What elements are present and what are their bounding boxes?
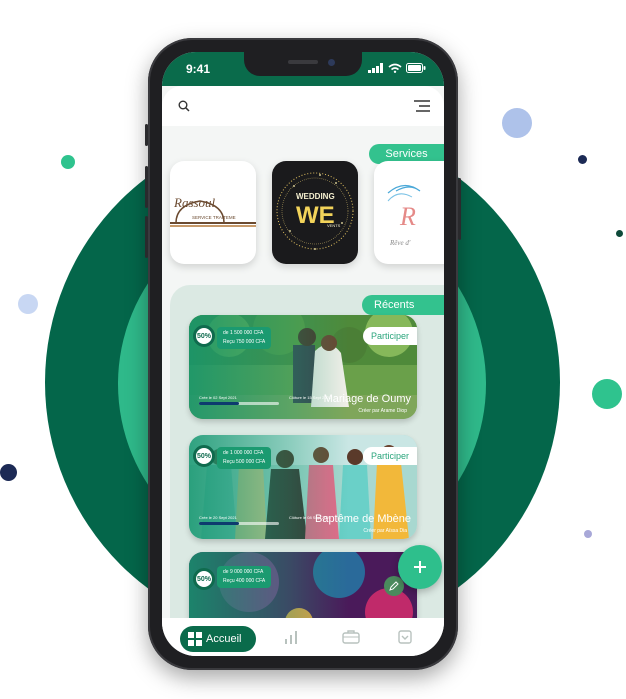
event-progress <box>199 402 279 405</box>
event-goal: de 9 000 000 CFA <box>223 569 264 575</box>
svg-text:R: R <box>399 202 416 231</box>
event-title: Baptême de Mbène <box>314 513 411 525</box>
service-card-rassoul[interactable]: Rassoul SERVICE TRAITEME <box>170 161 256 264</box>
chart-icon[interactable] <box>284 630 298 644</box>
menu-icon[interactable] <box>414 100 430 112</box>
app-screen: 9:41 Services Rassoul SERVICE TRAITEME W… <box>162 52 444 656</box>
top-bar <box>162 86 444 126</box>
bottom-nav: Accueil <box>162 618 444 656</box>
svg-text:WEDDING: WEDDING <box>296 192 335 201</box>
briefcase-icon[interactable] <box>342 630 360 644</box>
nav-label-accueil: Accueil <box>206 633 242 645</box>
svg-text:SERVICE TRAITEME: SERVICE TRAITEME <box>192 215 236 220</box>
add-event-button[interactable] <box>398 545 442 589</box>
phone-side-button <box>145 166 148 208</box>
reve-logo: R Rêve d' <box>387 184 421 247</box>
decor-dot <box>584 530 592 538</box>
phone-side-button <box>145 124 148 146</box>
participate-button[interactable]: Participer <box>362 447 417 465</box>
event-goal: de 1 500 000 CFA <box>223 330 264 336</box>
event-progress-fill <box>199 402 239 405</box>
phone-side-button <box>145 216 148 258</box>
event-progress-fill <box>199 522 239 525</box>
speaker <box>288 60 318 64</box>
phone-frame: 9:41 Services Rassoul SERVICE TRAITEME W… <box>145 38 461 670</box>
event-amounts: de 1 500 000 CFA Reçu 750 000 CFA <box>217 327 272 349</box>
svg-text:Rassoul: Rassoul <box>173 195 216 210</box>
event-received: Reçu 750 000 CFA <box>223 339 266 345</box>
svg-text:VENTS: VENTS <box>327 223 341 228</box>
decor-dot <box>18 294 38 314</box>
event-start-date: Crée le 20 Sept 2021 <box>199 515 237 520</box>
event-creator: Créer par Aïssa Dia <box>363 528 407 534</box>
signal-icon <box>368 63 383 73</box>
plus-icon <box>414 561 426 573</box>
wifi-icon <box>388 63 402 73</box>
phone-notch <box>244 52 362 76</box>
rassoul-logo: Rassoul SERVICE TRAITEME <box>170 195 256 227</box>
camera <box>328 59 335 66</box>
phone-power-button <box>458 178 461 240</box>
we-events-logo: WEDDING WE VENTS <box>276 172 354 250</box>
status-icons <box>368 63 426 73</box>
progress-gauge: 50% <box>193 568 215 590</box>
event-received: Reçu 500 000 CFA <box>223 459 266 465</box>
pencil-icon <box>389 581 399 591</box>
decor-dot <box>616 230 623 237</box>
service-card-reve[interactable]: R Rêve d' <box>374 161 444 264</box>
event-received: Reçu 400 000 CFA <box>223 578 266 584</box>
svg-text:Rêve d': Rêve d' <box>389 239 411 247</box>
participate-button[interactable]: Participer <box>362 327 417 345</box>
grid-icon <box>188 632 202 646</box>
event-creator: Créer par Arame Diop <box>358 408 407 414</box>
decor-dot <box>61 155 75 169</box>
event-progress <box>199 522 279 525</box>
battery-icon <box>406 63 426 73</box>
event-amounts: de 9 000 000 CFA Reçu 400 000 CFA <box>217 566 272 588</box>
decor-dot <box>502 108 532 138</box>
status-time: 9:41 <box>186 62 211 76</box>
event-card[interactable]: 50% de 1 500 000 CFA Reçu 750 000 CFA Pa… <box>189 315 417 419</box>
event-goal: de 1 000 000 CFA <box>223 450 264 456</box>
event-start-date: Crée le 02 Sept 2021 <box>199 395 237 400</box>
decor-dot <box>578 155 587 164</box>
recents-label[interactable]: Récents <box>362 295 444 315</box>
event-card[interactable]: 50% de 1 000 000 CFA Reçu 500 000 CFA Pa… <box>189 435 417 539</box>
inbox-icon[interactable] <box>398 630 412 644</box>
search-icon[interactable] <box>178 100 190 112</box>
progress-gauge: 50% <box>193 325 215 347</box>
progress-gauge: 50% <box>193 445 215 467</box>
nav-item-accueil[interactable]: Accueil <box>180 626 256 652</box>
event-title: Mariage de Oumy <box>323 393 411 405</box>
decor-dot <box>0 464 17 481</box>
service-card-we-events[interactable]: WEDDING WE VENTS <box>272 161 358 264</box>
event-amounts: de 1 000 000 CFA Reçu 500 000 CFA <box>217 447 272 469</box>
decor-dot <box>592 379 622 409</box>
